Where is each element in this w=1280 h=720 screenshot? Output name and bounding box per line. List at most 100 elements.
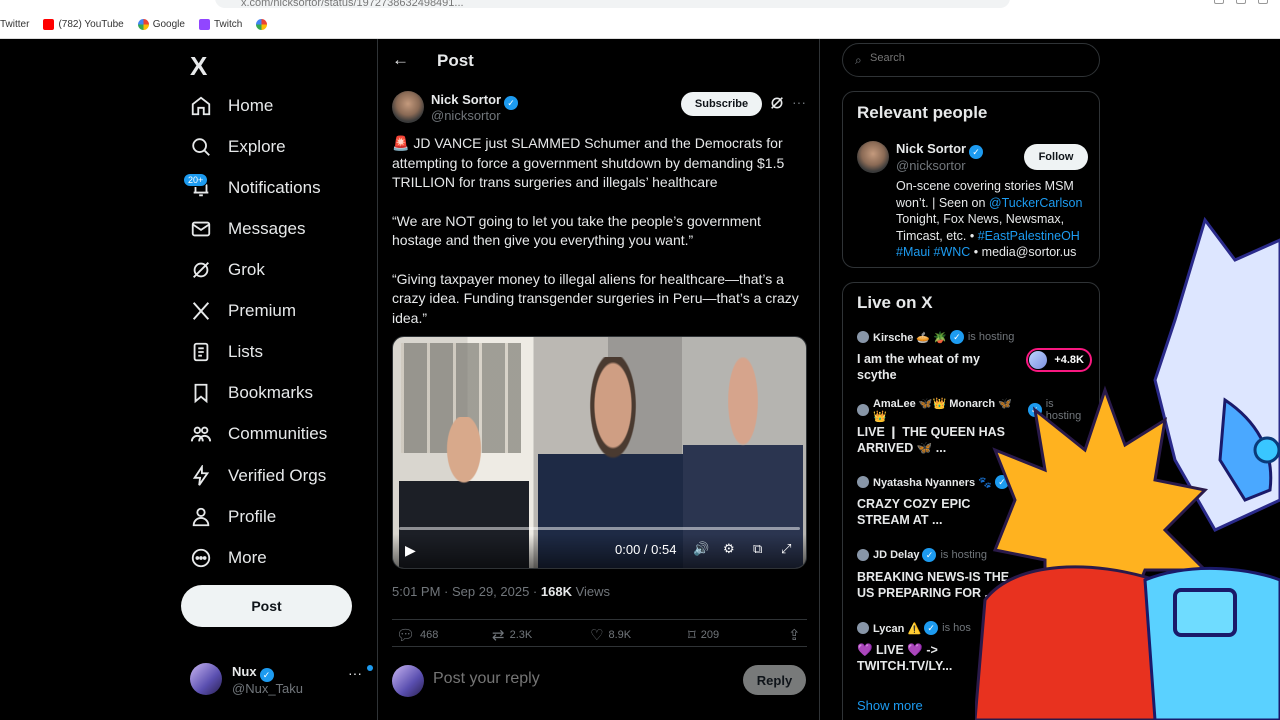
browser-toolbar-icons — [1214, 0, 1268, 4]
person-name[interactable]: Nick Sortor — [896, 141, 966, 156]
views-label: Views — [575, 584, 611, 599]
grok-icon[interactable] — [769, 95, 785, 111]
extension-icon[interactable] — [1236, 0, 1246, 4]
live-on-x-panel: Live on X Kirsche 🥧 🪴 ✓ is hosting I am th… — [842, 282, 1100, 720]
search-icon: ⌕ — [855, 53, 862, 67]
heart-icon: ♡ — [590, 627, 604, 644]
reply-input[interactable] — [433, 670, 713, 688]
address-bar[interactable]: x.com/nicksortor/status/1972738632498491… — [215, 0, 1010, 8]
bookmark-google-2[interactable] — [256, 18, 271, 30]
list-icon — [190, 341, 212, 363]
video-player[interactable]: ▶ 0:00 / 0:54 🔊 ⚙ ⧉ ⤢ — [392, 336, 807, 569]
bookmark-twitter[interactable]: Twitter — [0, 19, 29, 30]
nav-bookmarks[interactable]: Bookmarks — [190, 378, 313, 408]
verified-badge-icon: ✓ — [922, 548, 937, 562]
avatar — [190, 663, 222, 695]
google-favicon-icon — [137, 18, 149, 30]
nav-grok[interactable]: Grok — [190, 255, 265, 285]
page-title: Post — [437, 51, 474, 70]
repost-action[interactable]: ⇄ 2.3K — [492, 626, 532, 644]
more-options-icon[interactable]: ··· — [792, 94, 806, 110]
live-item[interactable]: Nyatasha Nyanners 🐾 ✓ CRAZY COZY EPIC STR… — [857, 475, 1092, 528]
verified-badge-icon: ✓ — [504, 96, 519, 110]
account-menu-icon[interactable]: ··· — [348, 665, 362, 681]
person-avatar[interactable] — [857, 141, 889, 173]
nav-communities[interactable]: Communities — [190, 419, 327, 449]
fullscreen-icon[interactable]: ⤢ — [781, 542, 795, 556]
live-item[interactable]: Kirsche 🥧 🪴 ✓ is hosting I am the wheat of… — [857, 330, 1092, 383]
x-icon — [190, 300, 212, 322]
search-input[interactable] — [870, 52, 1070, 64]
host-avatar — [857, 331, 869, 343]
notification-badge: 20+ — [183, 173, 209, 187]
nav-verified-orgs[interactable]: Verified Orgs — [190, 461, 326, 491]
subscribe-button[interactable]: Subscribe — [681, 92, 762, 116]
mention-link[interactable]: @TuckerCarlson — [989, 196, 1083, 210]
nav-profile[interactable]: Profile — [190, 502, 276, 532]
person-handle[interactable]: @nicksortor — [896, 158, 966, 173]
account-switcher[interactable]: Nux ✓ @Nux_Taku ··· — [190, 661, 373, 701]
nav-explore[interactable]: Explore — [190, 132, 286, 162]
search-icon — [190, 136, 212, 158]
like-action[interactable]: ♡ 8.9K — [590, 626, 631, 644]
post-button[interactable]: Post — [181, 585, 352, 627]
video-progress-bar[interactable] — [399, 527, 800, 530]
host-avatar — [857, 404, 869, 416]
author-name[interactable]: Nick Sortor — [431, 92, 501, 107]
share-action[interactable]: ⇪ — [788, 626, 806, 644]
nav-more[interactable]: More — [190, 543, 267, 573]
x-logo[interactable]: X — [190, 51, 207, 82]
settings-gear-icon[interactable]: ⚙ — [723, 542, 737, 556]
google-favicon-icon — [256, 18, 268, 30]
extension-icon[interactable] — [1258, 0, 1268, 4]
unread-dot — [367, 665, 373, 671]
youtube-favicon-icon — [43, 18, 55, 30]
left-nav: X Home Explore 20+ Notifications Message… — [180, 39, 377, 720]
mail-icon — [190, 218, 212, 240]
author-avatar[interactable] — [392, 91, 424, 123]
home-icon — [190, 95, 212, 117]
show-more-link[interactable]: Show more — [857, 698, 923, 713]
follow-button[interactable]: Follow — [1024, 144, 1088, 170]
grok-icon — [190, 259, 212, 281]
reply-avatar — [392, 665, 424, 697]
host-avatar — [857, 622, 869, 634]
twitch-favicon-icon — [198, 18, 210, 30]
host-avatar — [857, 476, 869, 488]
verified-badge-icon: ✓ — [969, 145, 984, 159]
post-paragraph: “We are NOT going to let you take the pe… — [392, 212, 761, 249]
account-handle: @Nux_Taku — [232, 681, 304, 696]
live-item[interactable]: AmaLee 🦋👑 Monarch 🦋👑 ✓ is hosting LIVE ❙ T… — [857, 398, 1092, 456]
nav-premium[interactable]: Premium — [190, 296, 296, 326]
reply-action[interactable]: 💬︎ 468 — [396, 626, 438, 644]
author-handle[interactable]: @nicksortor — [431, 108, 501, 123]
nav-messages[interactable]: Messages — [190, 214, 305, 244]
live-item[interactable]: JD Delay ✓ is hosting BREAKING NEWS-IS THE… — [857, 548, 1092, 601]
browser-chrome: x.com/nicksortor/status/1972738632498491… — [0, 0, 1280, 39]
nav-home[interactable]: Home — [190, 91, 273, 121]
verified-badge-icon: ✓ — [994, 475, 1009, 489]
bookmark-action[interactable]: ⌑ 209 — [688, 626, 719, 644]
pip-icon[interactable]: ⧉ — [753, 542, 767, 556]
post-actions: 💬︎ 468 ⇄ 2.3K ♡ 8.9K ⌑ 209 ⇪ — [392, 619, 807, 647]
video-time: 0:00 / 0:54 — [615, 542, 677, 557]
play-icon[interactable]: ▶ — [405, 542, 416, 559]
volume-icon[interactable]: 🔊 — [693, 542, 709, 556]
nav-notifications[interactable]: 20+ Notifications — [183, 173, 321, 203]
panel-title: Live on X — [857, 293, 933, 312]
bookmark-twitch[interactable]: Twitch — [198, 18, 242, 30]
listener-count-badge[interactable]: +4.8K — [1026, 348, 1092, 372]
post-detail: ← Post Nick Sortor ✓ @nicksortor Subscrib… — [377, 39, 820, 720]
back-arrow-icon[interactable]: ← — [392, 50, 409, 70]
reply-button[interactable]: Reply — [743, 665, 806, 695]
nav-lists[interactable]: Lists — [190, 337, 263, 367]
live-item[interactable]: Lycan ⚠️ ✓ is hos 💜 LIVE 💜 -> TWITCH.TV/LY… — [857, 621, 1092, 674]
search-box[interactable]: ⌕ — [842, 43, 1100, 77]
repost-icon: ⇄ — [492, 627, 505, 644]
bookmark-google[interactable]: Google — [137, 18, 185, 30]
post-paragraph: 🚨 JD VANCE just SLAMMED Schumer and the … — [392, 135, 785, 190]
verified-badge-icon: ✓ — [924, 621, 939, 635]
extension-icon[interactable] — [1214, 0, 1224, 4]
bell-icon: 20+ — [183, 173, 212, 199]
bookmark-youtube[interactable]: (782) YouTube — [43, 18, 124, 30]
